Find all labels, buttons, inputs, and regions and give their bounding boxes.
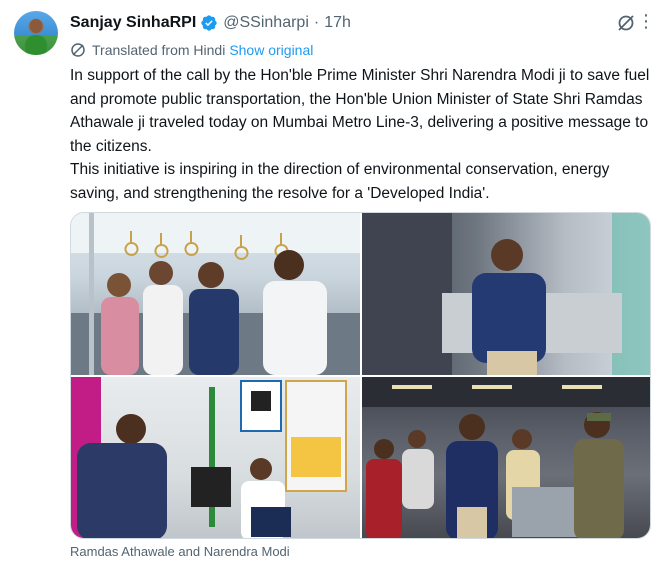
separator-dot: · — [313, 14, 320, 31]
show-original-link[interactable]: Show original — [229, 42, 313, 58]
translated-label: Translated from Hindi — [92, 42, 226, 58]
verified-badge-icon — [200, 14, 218, 32]
photo-ticket-counter[interactable] — [71, 377, 360, 538]
tweet-header: Sanjay SinhaRPI @SSinharpi · 17h — [70, 11, 656, 35]
media-caption: Ramdas Athawale and Narendra Modi — [70, 544, 290, 559]
tweet-text: In support of the call by the Hon'ble Pr… — [70, 64, 660, 205]
photo-minister-seated[interactable] — [362, 213, 650, 375]
profile-avatar[interactable] — [14, 11, 58, 55]
grok-icon[interactable] — [616, 13, 636, 33]
translation-bar: Translated from Hindi Show original — [70, 40, 313, 60]
tweet-paragraph: This initiative is inspiring in the dire… — [70, 161, 610, 202]
photo-station-walking[interactable] — [362, 377, 650, 538]
avatar-head-shape — [30, 19, 42, 33]
photo-metro-interior[interactable] — [71, 213, 360, 375]
translate-icon — [70, 42, 86, 58]
tweet-time[interactable]: 17h — [324, 14, 351, 32]
author-handle[interactable]: @SSinharpi — [223, 14, 309, 32]
avatar-body-shape — [25, 35, 47, 55]
author-name[interactable]: Sanjay SinhaRPI — [70, 14, 196, 32]
tweet-paragraph: In support of the call by the Hon'ble Pr… — [70, 67, 650, 155]
more-icon[interactable]: ⋮ — [637, 11, 656, 32]
media-grid[interactable] — [70, 212, 651, 539]
